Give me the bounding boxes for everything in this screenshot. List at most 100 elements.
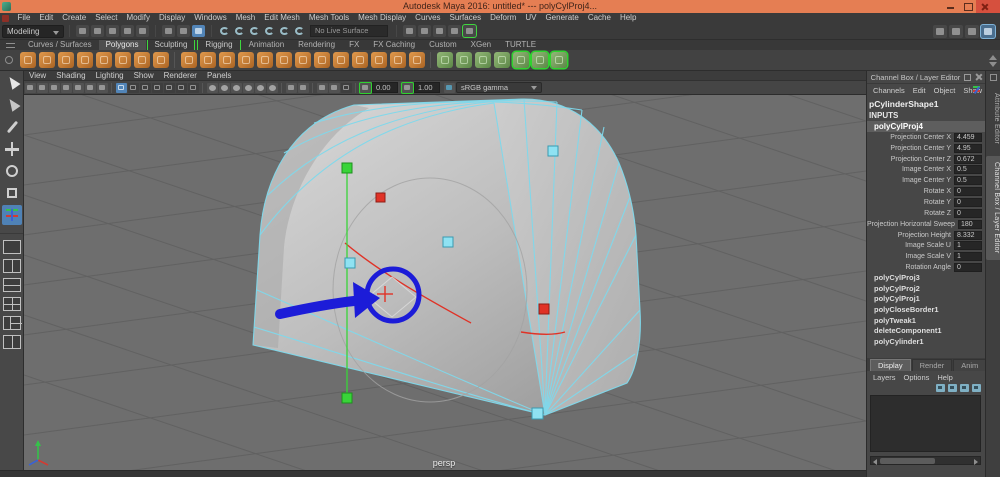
manip-handle-cyan-left[interactable] xyxy=(345,258,355,268)
attribute-value-field[interactable]: 0.5 xyxy=(954,165,982,174)
motion-blur-icon[interactable] xyxy=(298,83,309,93)
shelf-tab[interactable]: FX xyxy=(342,40,366,50)
multi-cut-icon[interactable] xyxy=(276,52,292,68)
history-node[interactable]: polyCloseBorder1 xyxy=(867,305,985,316)
restore-button[interactable] xyxy=(959,0,976,13)
menu-item[interactable]: Deform xyxy=(486,13,521,23)
quad-draw-icon[interactable] xyxy=(409,52,425,68)
fill-hole-icon[interactable] xyxy=(371,52,387,68)
layer-editor-tab[interactable]: Display xyxy=(870,359,911,371)
attribute-value-field[interactable]: 180 xyxy=(958,220,982,229)
panel-menu-item[interactable]: Lighting xyxy=(91,71,129,80)
select-tool-icon[interactable] xyxy=(2,73,22,93)
view-transform-dropdown[interactable]: sRGB gamma xyxy=(456,82,542,93)
panel-menu-item[interactable]: Shading xyxy=(51,71,90,80)
shelf-tab[interactable]: Rendering xyxy=(291,40,342,50)
manip-handle-green-top[interactable] xyxy=(342,163,352,173)
dock-icon[interactable] xyxy=(990,74,997,81)
menu-item[interactable]: Cache xyxy=(583,13,615,23)
attribute-value-field[interactable]: 4.459 xyxy=(954,133,982,142)
tab-attribute-editor[interactable]: Attribute Editor xyxy=(986,87,1000,150)
convert-selection-icon[interactable] xyxy=(475,52,491,68)
lighting-icon[interactable] xyxy=(255,83,266,93)
separate-icon[interactable] xyxy=(200,52,216,68)
menu-item[interactable]: UV xyxy=(521,13,541,23)
snap-to-projected-center-icon[interactable] xyxy=(263,25,276,37)
poly-cone-icon[interactable] xyxy=(77,52,93,68)
manip-handle-cyan-mid[interactable] xyxy=(443,237,453,247)
textured-icon[interactable] xyxy=(231,83,242,93)
snap-to-curve-icon[interactable] xyxy=(233,25,246,37)
poly-plane-icon[interactable] xyxy=(96,52,112,68)
exposure-field[interactable]: 0.00 xyxy=(372,82,398,93)
close-button[interactable] xyxy=(976,0,1000,13)
edge-flow-icon[interactable] xyxy=(295,52,311,68)
bevel-icon[interactable] xyxy=(333,52,349,68)
layer-horizontal-scrollbar[interactable] xyxy=(870,456,981,465)
menu-item[interactable]: Edit Mesh xyxy=(260,13,305,23)
show-channel-box-icon[interactable] xyxy=(965,25,979,38)
shelf-tab[interactable]: TURTLE xyxy=(498,40,543,50)
shelf-tab[interactable]: Polygons xyxy=(99,40,146,50)
menu-item[interactable]: Mesh Tools xyxy=(304,13,353,23)
manip-handle-green-bottom[interactable] xyxy=(342,393,352,403)
anim-layer-from-selected-icon[interactable] xyxy=(972,384,981,392)
shelf-menu-icon[interactable] xyxy=(6,43,15,48)
open-scene-icon[interactable] xyxy=(91,25,104,37)
manip-handle-cyan-top[interactable] xyxy=(548,146,558,156)
menu-item[interactable]: File xyxy=(13,13,35,23)
render-settings-icon[interactable] xyxy=(463,25,476,37)
menu-item[interactable]: Select xyxy=(91,13,122,23)
wireframe-icon[interactable] xyxy=(207,83,218,93)
poly-sphere-icon[interactable] xyxy=(20,52,36,68)
xray-icon[interactable] xyxy=(317,83,328,93)
film-gate-icon[interactable] xyxy=(128,83,139,93)
layout-two-pane-stacked[interactable] xyxy=(3,278,21,292)
history-node[interactable]: polyTweak1 xyxy=(867,316,985,327)
snap-to-point-icon[interactable] xyxy=(248,25,261,37)
viewport-canvas[interactable]: persp xyxy=(24,95,866,470)
close-panel-icon[interactable] xyxy=(974,73,982,81)
append-polygon-icon[interactable] xyxy=(390,52,406,68)
history-node[interactable]: deleteComponent1 xyxy=(867,326,985,337)
poly-cylinder-icon[interactable] xyxy=(58,52,74,68)
attribute-value-field[interactable]: 0 xyxy=(954,198,982,207)
layout-four-pane[interactable] xyxy=(3,297,21,311)
exposure-icon[interactable] xyxy=(360,83,371,93)
panel-menu-item[interactable]: Show xyxy=(129,71,159,80)
attribute-value-field[interactable]: 8.332 xyxy=(954,231,982,240)
ipr-render-icon[interactable] xyxy=(448,25,461,37)
attribute-value-field[interactable]: 1 xyxy=(954,252,982,261)
select-object-icon[interactable] xyxy=(177,25,190,37)
shadows-icon[interactable] xyxy=(267,83,278,93)
boolean-icon[interactable] xyxy=(219,52,235,68)
layer-from-selected-icon[interactable] xyxy=(948,384,957,392)
smooth-icon[interactable] xyxy=(238,52,254,68)
history-node[interactable]: polyCylProj3 xyxy=(867,273,985,284)
panel-menu-item[interactable]: Panels xyxy=(202,71,236,80)
render-current-frame-icon[interactable] xyxy=(433,25,446,37)
menu-set-dropdown[interactable]: Modeling xyxy=(2,25,64,38)
scroll-left-icon[interactable] xyxy=(873,459,877,465)
shelf-gear-icon[interactable] xyxy=(5,56,13,64)
empty-layer-icon[interactable] xyxy=(936,384,945,392)
attribute-value-field[interactable]: 0 xyxy=(954,263,982,272)
history-node[interactable]: polyCylinder1 xyxy=(867,337,985,348)
select-component-icon[interactable] xyxy=(192,25,205,37)
attribute-value-field[interactable]: 0.5 xyxy=(954,176,982,185)
menu-item[interactable]: Edit xyxy=(35,13,58,23)
isolate-select-icon[interactable] xyxy=(551,52,567,68)
redo-icon[interactable] xyxy=(136,25,149,37)
shelf-tab[interactable]: Sculpting xyxy=(147,40,196,50)
attribute-value-field[interactable]: 1 xyxy=(954,241,982,250)
poly-torus-icon[interactable] xyxy=(115,52,131,68)
lock-camera-icon[interactable] xyxy=(37,83,48,93)
menu-item[interactable]: Surfaces xyxy=(445,13,486,23)
menu-item[interactable]: Display xyxy=(155,13,190,23)
attribute-value-field[interactable]: 0 xyxy=(954,187,982,196)
menu-item[interactable]: Mesh Display xyxy=(354,13,411,23)
menu-item[interactable]: Curves xyxy=(411,13,445,23)
construction-history-icon[interactable] xyxy=(403,25,416,37)
shelf-tab[interactable]: XGen xyxy=(464,40,498,50)
menu-item[interactable]: Windows xyxy=(190,13,231,23)
